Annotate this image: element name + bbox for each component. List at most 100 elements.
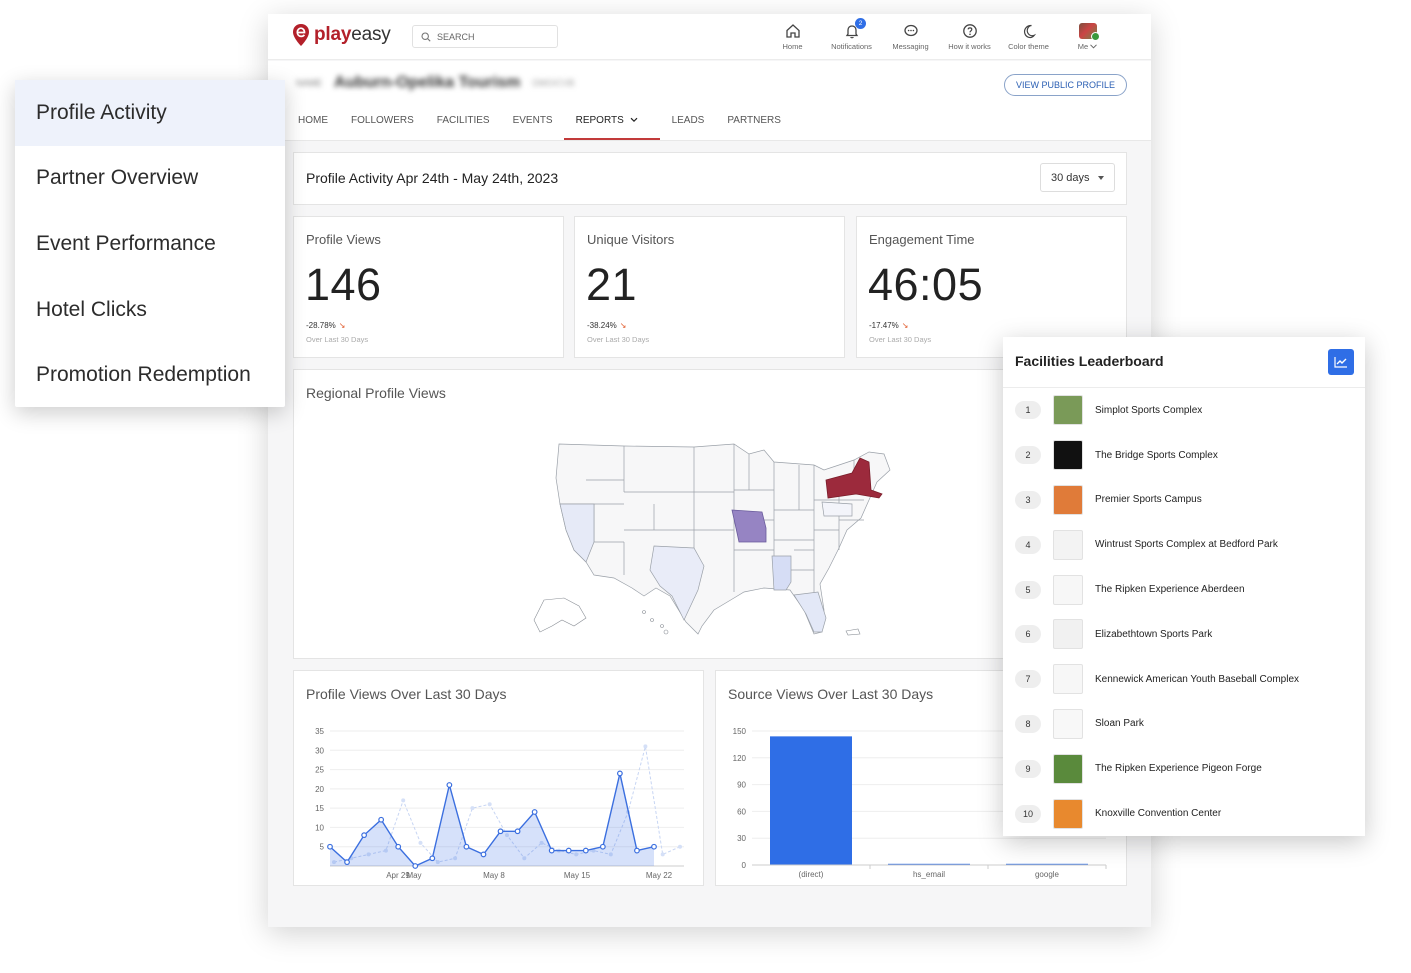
trend-down-icon: ↘ [338, 321, 346, 330]
menu-item-hotel-clicks[interactable]: Hotel Clicks [15, 277, 285, 343]
x-tick-label: (direct) [799, 870, 824, 879]
data-point [616, 770, 623, 777]
facility-thumbnail [1053, 484, 1083, 515]
menu-item-event-performance[interactable]: Event Performance [15, 211, 285, 277]
stat-note: Over Last 30 Days [587, 335, 650, 344]
rank-badge: 6 [1015, 625, 1041, 644]
data-point [344, 859, 350, 866]
menu-item-promotion-redemption[interactable]: Promotion Redemption [15, 342, 285, 408]
data-point [548, 847, 555, 854]
bar [770, 736, 852, 865]
rank-badge: 5 [1015, 580, 1041, 599]
x-tick-label: May [406, 871, 421, 880]
period-title: Profile Activity Apr 24th - May 24th, 20… [306, 170, 559, 186]
leaderboard-row[interactable]: 10 Knoxville Convention Center [1003, 791, 1365, 836]
facility-thumbnail [1053, 440, 1083, 471]
period-select[interactable]: 30 days [1040, 163, 1115, 192]
profile-views-line-chart: 5101520253035Apr 29May May 8 May 15 May 22 [315, 727, 684, 880]
y-tick-label: 20 [315, 785, 324, 794]
y-tick-label: 5 [320, 843, 325, 852]
tab-leads[interactable]: LEADS [672, 115, 705, 140]
x-tick-label: May 22 [646, 871, 673, 880]
facility-name: Simplot Sports Complex [1095, 404, 1203, 416]
leaderboard-row[interactable]: 8 Sloan Park [1003, 702, 1365, 747]
brand-name: playeasy [314, 24, 391, 45]
facility-thumbnail [1053, 708, 1083, 739]
tab-reports[interactable]: REPORTS [563, 115, 660, 140]
y-tick-label: 120 [733, 754, 747, 763]
y-tick-label: 10 [315, 823, 324, 832]
facility-name: The Ripken Experience Aberdeen [1095, 584, 1245, 596]
period-card: Profile Activity Apr 24th - May 24th, 20… [293, 152, 1127, 205]
leaderboard-header: Facilities Leaderboard [1003, 337, 1365, 388]
stat-label: Profile Views [306, 232, 381, 247]
data-point-secondary [660, 852, 665, 857]
stat-label: Unique Visitors [587, 232, 675, 247]
data-point [634, 847, 640, 854]
brand-logo[interactable]: playeasy [292, 23, 391, 47]
leaderboard-list: 1 Simplot Sports Complex 2 The Bridge Sport… [1003, 388, 1365, 836]
profile-title: NAME Auburn-Opelika Tourism DMO/CVB [296, 74, 575, 91]
facility-thumbnail [1053, 664, 1083, 695]
y-tick-label: 150 [733, 727, 747, 736]
y-tick-label: 90 [737, 781, 746, 790]
leaderboard-row[interactable]: 3 Premier Sports Campus [1003, 478, 1365, 523]
data-point [463, 843, 470, 850]
data-point-secondary [487, 802, 492, 807]
stat-value: 46:05 [868, 259, 984, 310]
tab-facilities[interactable]: FACILITIES [437, 115, 490, 140]
leaderboard-row[interactable]: 4 Wintrust Sports Complex at Bedford Park [1003, 522, 1365, 567]
y-tick-label: 0 [742, 861, 747, 870]
tab-partners[interactable]: PARTNERS [727, 115, 781, 140]
nav-color-theme-label: Color theme [1008, 42, 1049, 51]
data-point [531, 809, 538, 815]
leaderboard-row[interactable]: 7 Kennewick American Youth Baseball Compl… [1003, 657, 1365, 702]
chevron-down-icon [1090, 44, 1098, 49]
nav-color-theme[interactable]: Color theme [999, 20, 1058, 51]
leaderboard-row[interactable]: 5 The Ripken Experience Aberdeen [1003, 567, 1365, 612]
leaderboard-title: Facilities Leaderboard [1015, 353, 1164, 369]
data-point-secondary [678, 844, 682, 849]
view-public-profile-button[interactable]: VIEW PUBLIC PROFILE [1003, 74, 1127, 96]
chart-toggle-button[interactable] [1328, 349, 1354, 375]
stat-delta: -17.47% ↘ [869, 321, 909, 330]
nav-me[interactable]: Me [1058, 20, 1117, 51]
nav-messaging[interactable]: Messaging [881, 20, 940, 51]
data-point [651, 843, 657, 850]
leaderboard-row[interactable]: 2 The Bridge Sports Complex [1003, 433, 1365, 478]
notification-badge: 2 [855, 18, 866, 29]
data-point [412, 863, 419, 869]
y-tick-label: 35 [315, 727, 324, 736]
x-tick-label: May 8 [483, 871, 505, 880]
stat-value: 21 [586, 259, 638, 310]
tab-home[interactable]: HOME [298, 115, 328, 140]
nav-how-it-works[interactable]: How it works [940, 20, 999, 51]
search-input[interactable]: SEARCH [412, 25, 558, 48]
stat-card-profile-views: Profile Views 146 -28.78% ↘ Over Last 30 … [293, 216, 564, 358]
chevron-down-icon [630, 117, 637, 123]
data-point [446, 782, 453, 788]
menu-item-partner-overview[interactable]: Partner Overview [15, 146, 285, 212]
data-point [565, 847, 572, 854]
menu-item-profile-activity[interactable]: Profile Activity [15, 80, 285, 146]
rank-badge: 4 [1015, 535, 1041, 554]
trend-chart-icon [1334, 357, 1347, 368]
leaderboard-row[interactable]: 1 Simplot Sports Complex [1003, 388, 1365, 433]
data-point [395, 843, 402, 850]
x-tick-label: May 15 [564, 871, 591, 880]
tab-events[interactable]: EVENTS [513, 115, 553, 140]
leaderboard-row[interactable]: 9 The Ripken Experience Pigeon Forge [1003, 746, 1365, 791]
nav-how-it-works-label: How it works [948, 42, 991, 51]
facility-thumbnail [1053, 529, 1083, 560]
data-point [582, 847, 589, 854]
tab-followers[interactable]: FOLLOWERS [351, 115, 414, 140]
top-nav-bar: playeasy SEARCH Home 2 Notifications Mes… [268, 14, 1151, 60]
y-tick-label: 25 [315, 766, 324, 775]
stat-label: Engagement Time [869, 232, 975, 247]
regional-views-card: Regional Profile Views [293, 369, 1127, 659]
nav-notifications[interactable]: 2 Notifications [822, 18, 881, 51]
trend-down-icon: ↘ [619, 321, 627, 330]
data-point-secondary [643, 744, 648, 749]
leaderboard-row[interactable]: 6 Elizabethtown Sports Park [1003, 612, 1365, 657]
nav-home[interactable]: Home [763, 20, 822, 51]
